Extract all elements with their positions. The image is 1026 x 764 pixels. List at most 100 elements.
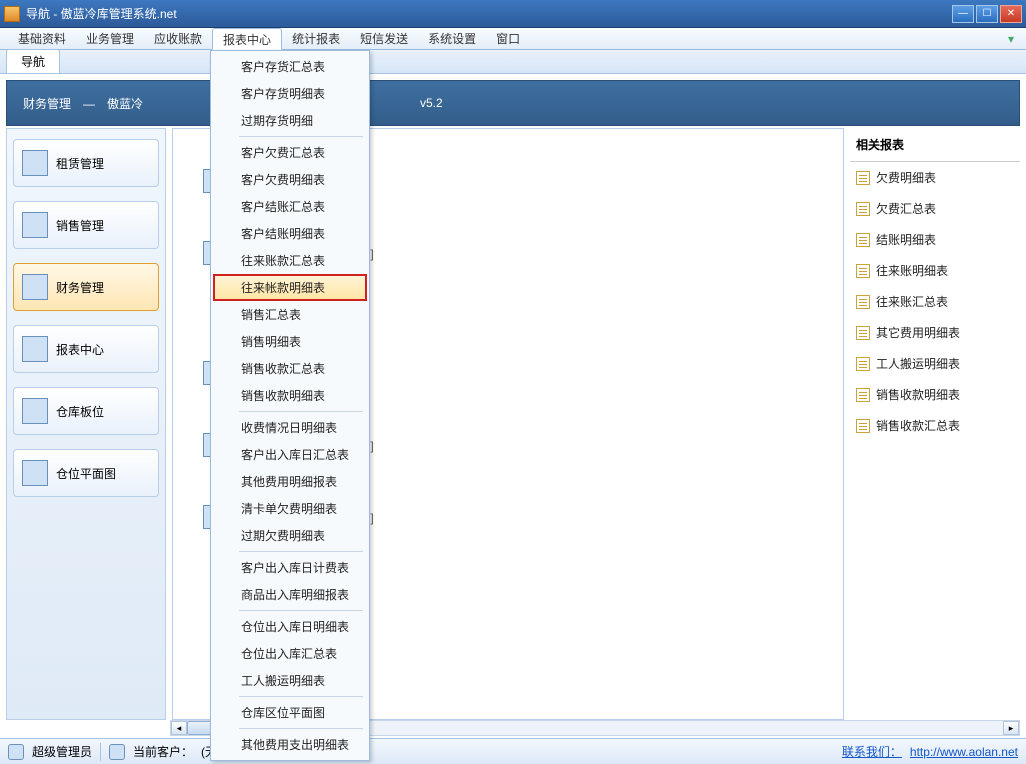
sidebar-item-lease[interactable]: 租赁管理	[13, 139, 159, 187]
banner-version: v5.2	[420, 96, 443, 110]
document-icon	[856, 264, 870, 278]
related-report-item[interactable]: 欠费汇总表	[850, 193, 1020, 224]
related-report-label: 工人搬运明细表	[876, 355, 960, 372]
menubar-overflow-icon[interactable]: ▾	[1004, 28, 1018, 49]
menu-reports[interactable]: 报表中心	[212, 28, 282, 50]
related-report-label: 往来账汇总表	[876, 293, 948, 310]
sidebar-item-label: 仓位平面图	[56, 465, 116, 482]
related-report-item[interactable]: 往来账汇总表	[850, 286, 1020, 317]
dropdown-item[interactable]: 过期欠费明细表	[213, 522, 367, 549]
user-icon	[8, 744, 24, 760]
menu-bar: 基础资料 业务管理 应收账款 报表中心 统计报表 短信发送 系统设置 窗口 ▾	[0, 28, 1026, 50]
contact-label: 联系我们：	[842, 743, 902, 760]
menu-system[interactable]: 系统设置	[418, 28, 486, 49]
dropdown-item[interactable]: 仓位出入库汇总表	[213, 640, 367, 667]
related-report-item[interactable]: 销售收款汇总表	[850, 410, 1020, 441]
sidebar-item-label: 财务管理	[56, 279, 104, 296]
document-icon	[856, 388, 870, 402]
status-bar: 超级管理员 当前客户： (无) ✕ 取消 联系我们： http://www.ao…	[0, 738, 1026, 764]
contact-link[interactable]: http://www.aolan.net	[910, 745, 1018, 759]
dropdown-item[interactable]: 清卡单欠费明细表	[213, 495, 367, 522]
scroll-left-arrow[interactable]: ◂	[171, 721, 187, 735]
sidebar-item-warehouse[interactable]: 仓库板位	[13, 387, 159, 435]
dropdown-item[interactable]: 销售收款汇总表	[213, 355, 367, 382]
document-icon	[856, 357, 870, 371]
sidebar-item-finance[interactable]: 财务管理	[13, 263, 159, 311]
sidebar: 租赁管理 销售管理 财务管理 报表中心 仓库板位 仓位平面图	[6, 128, 166, 720]
dropdown-item[interactable]: 收费情况日明细表	[213, 414, 367, 441]
dropdown-item[interactable]: 客户结账明细表	[213, 220, 367, 247]
dropdown-item[interactable]: 客户出入库日计费表	[213, 554, 367, 581]
dropdown-item[interactable]: 客户存货汇总表	[213, 53, 367, 80]
related-report-item[interactable]: 其它费用明细表	[850, 317, 1020, 348]
menu-business[interactable]: 业务管理	[76, 28, 144, 49]
money-icon	[22, 212, 48, 238]
status-client-label: 当前客户：	[133, 743, 193, 760]
sidebar-item-sales[interactable]: 销售管理	[13, 201, 159, 249]
menu-receivables[interactable]: 应收账款	[144, 28, 212, 49]
dropdown-item[interactable]: 销售明细表	[213, 328, 367, 355]
menu-basic-data[interactable]: 基础资料	[8, 28, 76, 49]
dropdown-item[interactable]: 客户存货明细表	[213, 80, 367, 107]
dropdown-separator	[239, 610, 363, 611]
page-banner: 财务管理 — 傲蓝冷 v5.2	[6, 80, 1020, 126]
warehouse-icon	[22, 398, 48, 424]
dropdown-item[interactable]: 商品出入库明细报表	[213, 581, 367, 608]
sidebar-item-floorplan[interactable]: 仓位平面图	[13, 449, 159, 497]
banner-title: 财务管理 — 傲蓝冷	[23, 95, 143, 112]
related-report-item[interactable]: 销售收款明细表	[850, 379, 1020, 410]
dropdown-separator	[239, 551, 363, 552]
dropdown-item[interactable]: 客户结账汇总表	[213, 193, 367, 220]
dropdown-item[interactable]: 客户欠费明细表	[213, 166, 367, 193]
scroll-right-arrow[interactable]: ▸	[1003, 721, 1019, 735]
dropdown-item[interactable]: 销售汇总表	[213, 301, 367, 328]
document-icon	[856, 233, 870, 247]
dropdown-item[interactable]: 仓位出入库日明细表	[213, 613, 367, 640]
related-report-label: 欠费明细表	[876, 169, 936, 186]
dropdown-item[interactable]: 客户欠费汇总表	[213, 139, 367, 166]
sidebar-item-reports[interactable]: 报表中心	[13, 325, 159, 373]
tab-navigation[interactable]: 导航	[6, 49, 60, 73]
related-report-item[interactable]: 结账明细表	[850, 224, 1020, 255]
related-report-item[interactable]: 往来账明细表	[850, 255, 1020, 286]
related-report-label: 销售收款汇总表	[876, 417, 960, 434]
sidebar-item-label: 报表中心	[56, 341, 104, 358]
sidebar-item-label: 仓库板位	[56, 403, 104, 420]
related-report-item[interactable]: 工人搬运明细表	[850, 348, 1020, 379]
menu-window[interactable]: 窗口	[486, 28, 530, 49]
minimize-button[interactable]: —	[952, 5, 974, 23]
document-icon	[856, 202, 870, 216]
dropdown-item[interactable]: 工人搬运明细表	[213, 667, 367, 694]
dropdown-item[interactable]: 销售收款明细表	[213, 382, 367, 409]
related-report-item[interactable]: 欠费明细表	[850, 162, 1020, 193]
dropdown-separator	[239, 728, 363, 729]
dropdown-item[interactable]: 仓库区位平面图	[213, 699, 367, 726]
menu-stats[interactable]: 统计报表	[282, 28, 350, 49]
dropdown-item[interactable]: 其他费用支出明细表	[213, 731, 367, 758]
report-icon	[22, 336, 48, 362]
dropdown-separator	[239, 696, 363, 697]
menu-sms[interactable]: 短信发送	[350, 28, 418, 49]
dropdown-separator	[239, 411, 363, 412]
dropdown-item[interactable]: 往来账款汇总表	[213, 247, 367, 274]
related-report-label: 欠费汇总表	[876, 200, 936, 217]
related-reports-title: 相关报表	[850, 128, 1020, 162]
document-icon	[856, 419, 870, 433]
sidebar-item-label: 租赁管理	[56, 155, 104, 172]
document-icon	[856, 295, 870, 309]
window-title: 导航 - 傲蓝冷库管理系统.net	[26, 5, 952, 22]
dropdown-item[interactable]: 往来帐款明细表	[213, 274, 367, 301]
chart-icon	[22, 274, 48, 300]
related-report-label: 结账明细表	[876, 231, 936, 248]
client-icon	[109, 744, 125, 760]
tab-strip: 导航	[0, 50, 1026, 74]
close-button[interactable]: ✕	[1000, 5, 1022, 23]
related-report-label: 往来账明细表	[876, 262, 948, 279]
related-report-label: 销售收款明细表	[876, 386, 960, 403]
dropdown-item[interactable]: 其他费用明细报表	[213, 468, 367, 495]
maximize-button[interactable]: ☐	[976, 5, 998, 23]
dropdown-item[interactable]: 客户出入库日汇总表	[213, 441, 367, 468]
status-user: 超级管理员	[32, 743, 92, 760]
title-bar: 导航 - 傲蓝冷库管理系统.net — ☐ ✕	[0, 0, 1026, 28]
dropdown-item[interactable]: 过期存货明细	[213, 107, 367, 134]
